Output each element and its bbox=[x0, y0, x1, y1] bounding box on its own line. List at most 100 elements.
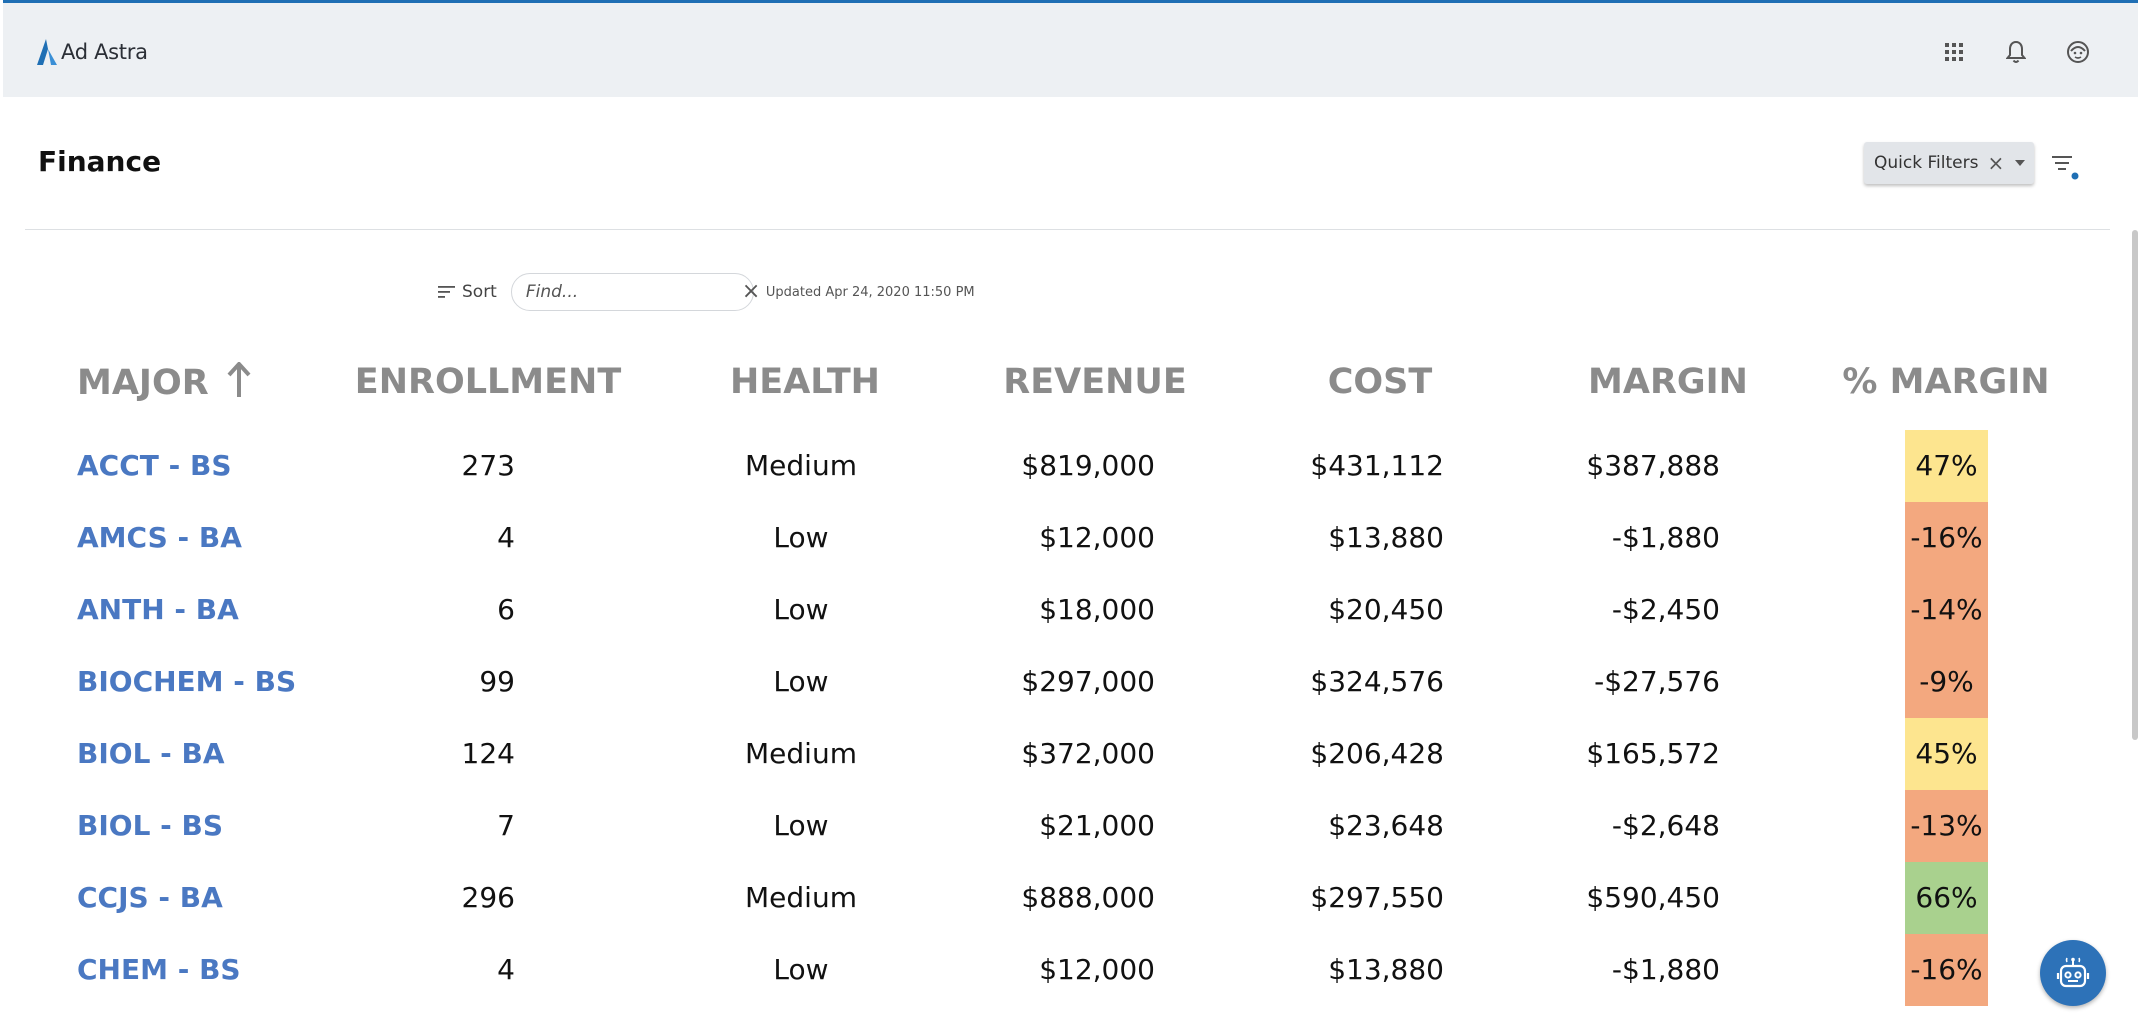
enrollment-cell: 99 bbox=[479, 665, 515, 698]
top-bar: Ad Astra bbox=[3, 0, 2138, 97]
pct-margin-cell: -14% bbox=[1905, 574, 1988, 646]
table-row: ACCT - BS 273 Medium $819,000 $431,112 $… bbox=[0, 430, 2138, 502]
major-link[interactable]: ANTH - BA bbox=[77, 574, 239, 646]
find-field: × bbox=[510, 273, 760, 311]
logo-text: Ad Astra bbox=[61, 40, 148, 64]
revenue-cell: $21,000 bbox=[1039, 809, 1155, 842]
health-cell: Low bbox=[773, 521, 829, 554]
cost-cell: $206,428 bbox=[1310, 737, 1444, 770]
table-row: CHEM - BS 4 Low $12,000 $13,880 -$1,880 … bbox=[0, 934, 2138, 1006]
enrollment-cell: 4 bbox=[497, 521, 515, 554]
pct-margin-cell: -9% bbox=[1905, 646, 1988, 718]
vertical-scrollbar[interactable] bbox=[2132, 230, 2138, 740]
health-cell: Low bbox=[773, 953, 829, 986]
cost-cell: $23,648 bbox=[1328, 809, 1444, 842]
enrollment-cell: 6 bbox=[497, 593, 515, 626]
sort-ascending-arrow-icon bbox=[227, 362, 251, 397]
major-link[interactable]: BIOL - BA bbox=[77, 718, 225, 790]
pct-margin-cell: -16% bbox=[1905, 502, 1988, 574]
column-header-revenue[interactable]: REVENUE bbox=[1003, 362, 1186, 402]
enrollment-cell: 273 bbox=[461, 449, 515, 482]
enrollment-cell: 124 bbox=[461, 737, 515, 770]
table-toolbar: Sort × Updated Apr 24, 2020 11:50 PM bbox=[438, 273, 975, 311]
apps-grid-icon[interactable] bbox=[1942, 39, 1966, 65]
enrollment-cell: 4 bbox=[497, 953, 515, 986]
health-cell: Medium bbox=[745, 737, 857, 770]
quick-filters-label: Quick Filters bbox=[1874, 153, 1979, 173]
ad-astra-logo-icon bbox=[37, 39, 57, 65]
enrollment-cell: 296 bbox=[461, 881, 515, 914]
margin-cell: -$2,450 bbox=[1611, 593, 1720, 626]
column-header-pct-margin[interactable]: % MARGIN bbox=[1842, 362, 2049, 402]
health-cell: Low bbox=[773, 665, 829, 698]
revenue-cell: $12,000 bbox=[1039, 521, 1155, 554]
table-row: ANTH - BA 6 Low $18,000 $20,450 -$2,450 … bbox=[0, 574, 2138, 646]
health-cell: Low bbox=[773, 809, 829, 842]
health-cell: Low bbox=[773, 593, 829, 626]
revenue-cell: $12,000 bbox=[1039, 953, 1155, 986]
table-row: BIOCHEM - BS 99 Low $297,000 $324,576 -$… bbox=[0, 646, 2138, 718]
cost-cell: $431,112 bbox=[1310, 449, 1444, 482]
column-header-cost[interactable]: COST bbox=[1328, 362, 1433, 402]
health-cell: Medium bbox=[745, 881, 857, 914]
table-body: ACCT - BS 273 Medium $819,000 $431,112 $… bbox=[0, 430, 2138, 1006]
sort-button[interactable]: Sort bbox=[438, 282, 497, 302]
table-row: BIOL - BA 124 Medium $372,000 $206,428 $… bbox=[0, 718, 2138, 790]
margin-cell: $387,888 bbox=[1586, 449, 1720, 482]
find-input[interactable] bbox=[525, 282, 742, 302]
column-header-major[interactable]: MAJOR bbox=[77, 362, 251, 403]
assistant-bot-button[interactable] bbox=[2040, 940, 2106, 1006]
user-avatar-icon[interactable] bbox=[2066, 39, 2090, 65]
notification-bell-icon[interactable] bbox=[2004, 39, 2028, 65]
last-updated-text: Updated Apr 24, 2020 11:50 PM bbox=[765, 284, 975, 300]
table-row: BIOL - BS 7 Low $21,000 $23,648 -$2,648 … bbox=[0, 790, 2138, 862]
app-logo[interactable]: Ad Astra bbox=[37, 39, 148, 65]
pct-margin-cell: -13% bbox=[1905, 790, 1988, 862]
margin-cell: -$2,648 bbox=[1611, 809, 1720, 842]
chevron-down-icon bbox=[2015, 160, 2026, 166]
column-header-health[interactable]: HEALTH bbox=[730, 362, 880, 402]
major-link[interactable]: CCJS - BA bbox=[77, 862, 223, 934]
major-link[interactable]: ACCT - BS bbox=[77, 430, 232, 502]
major-link[interactable]: CHEM - BS bbox=[77, 934, 241, 1006]
margin-cell: -$1,880 bbox=[1611, 953, 1720, 986]
margin-cell: -$1,880 bbox=[1611, 521, 1720, 554]
table-header: MAJOR ENROLLMENT HEALTH REVENUE COST MAR… bbox=[0, 362, 2138, 418]
major-link[interactable]: AMCS - BA bbox=[77, 502, 242, 574]
cost-cell: $13,880 bbox=[1328, 953, 1444, 986]
robot-icon bbox=[2056, 957, 2090, 988]
revenue-cell: $888,000 bbox=[1021, 881, 1155, 914]
revenue-cell: $819,000 bbox=[1021, 449, 1155, 482]
clear-search-icon[interactable]: × bbox=[742, 281, 760, 303]
major-link[interactable]: BIOL - BS bbox=[77, 790, 223, 862]
revenue-cell: $372,000 bbox=[1021, 737, 1155, 770]
pct-margin-cell: 66% bbox=[1905, 862, 1988, 934]
cost-cell: $13,880 bbox=[1328, 521, 1444, 554]
table-row: AMCS - BA 4 Low $12,000 $13,880 -$1,880 … bbox=[0, 502, 2138, 574]
cost-cell: $20,450 bbox=[1328, 593, 1444, 626]
margin-cell: -$27,576 bbox=[1594, 665, 1720, 698]
health-cell: Medium bbox=[745, 449, 857, 482]
major-link[interactable]: BIOCHEM - BS bbox=[77, 646, 296, 718]
clear-quick-filters-icon[interactable]: × bbox=[1987, 153, 2004, 173]
pct-margin-cell: 45% bbox=[1905, 718, 1988, 790]
margin-cell: $590,450 bbox=[1586, 881, 1720, 914]
column-header-label: MAJOR bbox=[77, 363, 209, 403]
cost-cell: $297,550 bbox=[1310, 881, 1444, 914]
margin-cell: $165,572 bbox=[1586, 737, 1720, 770]
column-header-margin[interactable]: MARGIN bbox=[1588, 362, 1748, 402]
filter-icon[interactable] bbox=[2050, 150, 2080, 184]
sort-label: Sort bbox=[462, 282, 497, 302]
revenue-cell: $18,000 bbox=[1039, 593, 1155, 626]
pct-margin-cell: 47% bbox=[1905, 430, 1988, 502]
pct-margin-cell: -16% bbox=[1905, 934, 1988, 1006]
header-divider bbox=[25, 229, 2110, 230]
cost-cell: $324,576 bbox=[1310, 665, 1444, 698]
sort-icon bbox=[438, 286, 455, 298]
column-header-enrollment[interactable]: ENROLLMENT bbox=[355, 362, 621, 402]
revenue-cell: $297,000 bbox=[1021, 665, 1155, 698]
page-title: Finance bbox=[38, 145, 162, 178]
quick-filters-dropdown[interactable]: Quick Filters × bbox=[1864, 142, 2034, 184]
table-row: CCJS - BA 296 Medium $888,000 $297,550 $… bbox=[0, 862, 2138, 934]
enrollment-cell: 7 bbox=[497, 809, 515, 842]
